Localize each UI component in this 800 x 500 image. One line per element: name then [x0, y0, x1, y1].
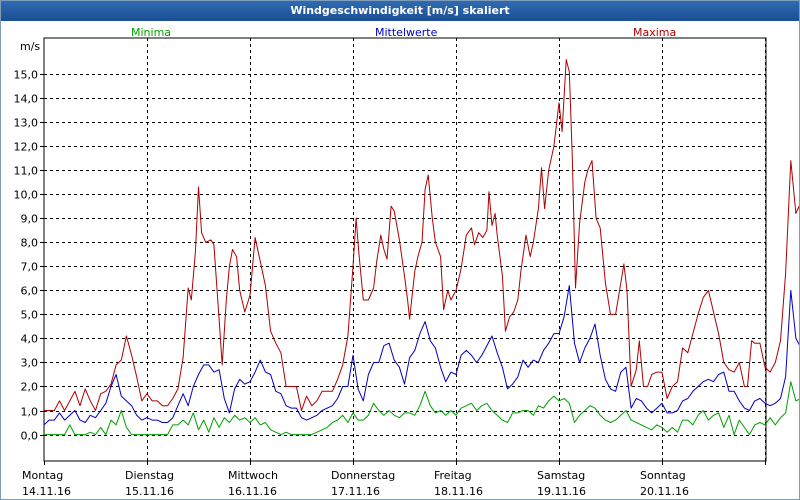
y-tick-label: 12,0 [14, 141, 39, 154]
y-tick-label: 6,0 [21, 285, 39, 298]
series-lines [43, 59, 799, 436]
legend-maxima: Maxima [633, 26, 676, 39]
y-tick-label: 5,0 [21, 309, 39, 322]
x-tick-day: Freitag [434, 469, 472, 482]
x-tick-date: 14.11.16 [22, 485, 71, 498]
y-tick-label: 15,0 [14, 69, 39, 82]
y-tick-label: 1,0 [21, 406, 39, 419]
x-tick-date: 18.11.16 [434, 485, 483, 498]
chart-window: Windgeschwindigkeit [m/s] skaliert 0,0 1,… [0, 0, 800, 500]
grid [44, 38, 766, 461]
series-line-minima [44, 381, 799, 436]
x-tick-day: Sonntag [640, 469, 686, 482]
y-tick-label: 4,0 [21, 333, 39, 346]
axes [40, 37, 767, 465]
legend: Minima Mittelwerte Maxima [131, 26, 676, 39]
y-tick-label: 14,0 [14, 93, 39, 106]
wind-speed-chart: 0,0 1,0 2,0 3,0 4,0 5,0 6,0 7,0 8,0 9,0 10,0 11,0 12… [14, 26, 799, 498]
y-tick-label: 10,0 [14, 189, 39, 202]
legend-minima: Minima [131, 26, 171, 39]
y-tick-label: 9,0 [21, 213, 39, 226]
series-line-maxima [44, 59, 799, 411]
legend-mittelwerte: Mittelwerte [375, 26, 438, 39]
y-tick-label: 2,0 [21, 381, 39, 394]
y-tick-label: 0,0 [21, 430, 39, 443]
series-line-mittelwerte [43, 285, 799, 426]
y-tick-label: 8,0 [21, 237, 39, 250]
x-tick-day: Dienstag [125, 469, 174, 482]
x-tick-day: Samstag [537, 469, 585, 482]
x-tick-date: 19.11.16 [537, 485, 586, 498]
x-tick-day: Mittwoch [228, 469, 278, 482]
y-tick-label: 3,0 [21, 357, 39, 370]
x-tick-date: 20.11.16 [640, 485, 689, 498]
x-tick-day: Donnerstag [331, 469, 395, 482]
x-tick-day: Montag [22, 469, 63, 482]
plot-frame [43, 37, 767, 462]
y-tick-label: 11,0 [14, 165, 39, 178]
y-tick-label: 13,0 [14, 117, 39, 130]
x-tick-date: 17.11.16 [331, 485, 380, 498]
x-tick-date: 15.11.16 [125, 485, 174, 498]
x-tick-date: 16.11.16 [228, 485, 277, 498]
y-tick-label: 7,0 [21, 261, 39, 274]
y-tick-labels: 0,0 1,0 2,0 3,0 4,0 5,0 6,0 7,0 8,0 9,0 10,0 11,0 12… [14, 69, 39, 443]
x-tick-labels: Montag 14.11.16 Dienstag 15.11.16 Mittwoch 16… [22, 469, 689, 498]
y-axis-label: m/s [20, 40, 40, 53]
